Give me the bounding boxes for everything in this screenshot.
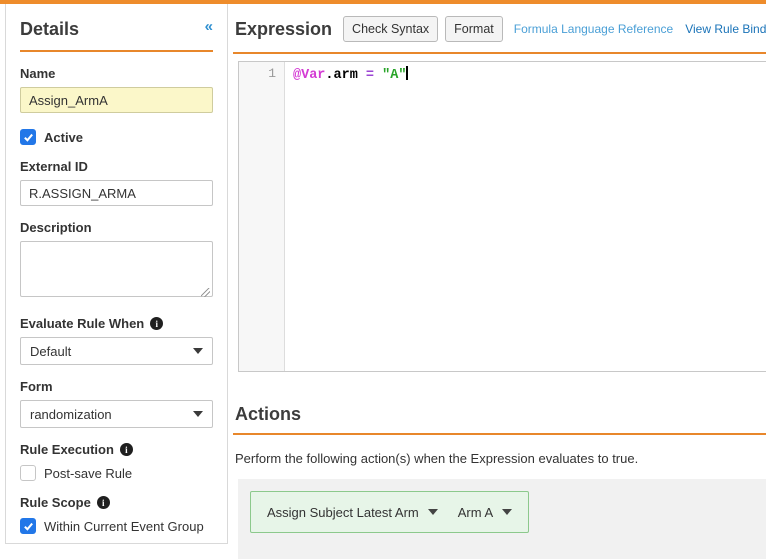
form-select[interactable]: randomization xyxy=(20,400,213,428)
event-group-label: Within Current Event Group xyxy=(44,519,204,534)
code-token: = xyxy=(358,68,382,83)
main-area: Expression Check Syntax Format Formula L… xyxy=(233,4,766,544)
info-icon[interactable] xyxy=(120,443,133,456)
view-rule-bindings-link[interactable]: View Rule Bindings xyxy=(685,22,766,36)
action-value-dropdown[interactable]: Arm A xyxy=(458,505,512,520)
active-label: Active xyxy=(44,130,83,145)
chevron-down-icon xyxy=(428,509,438,515)
details-title: Details xyxy=(20,18,79,40)
post-save-rule-row: Post-save Rule xyxy=(20,465,213,481)
resize-handle-icon[interactable] xyxy=(201,288,210,297)
line-number-gutter: 1 xyxy=(239,62,285,371)
action-value: Arm A xyxy=(458,505,493,520)
action-item: Assign Subject Latest Arm Arm A xyxy=(250,491,529,533)
form-label: Form xyxy=(20,379,213,394)
chevron-down-icon xyxy=(193,411,203,417)
collapse-panel-icon[interactable]: « xyxy=(205,18,213,36)
rule-execution-label: Rule Execution xyxy=(20,442,213,457)
info-icon[interactable] xyxy=(97,496,110,509)
evaluate-rule-when-select[interactable]: Default xyxy=(20,337,213,365)
actions-header: Actions xyxy=(233,404,766,435)
external-id-input[interactable] xyxy=(20,180,213,206)
description-wrap xyxy=(20,241,213,302)
name-label: Name xyxy=(20,66,213,81)
code-area[interactable]: @Var.arm = "A" xyxy=(285,62,766,371)
line-number: 1 xyxy=(268,66,276,81)
chevron-down-icon xyxy=(502,509,512,515)
actions-container: Assign Subject Latest Arm Arm A xyxy=(238,479,766,559)
code-token: "A" xyxy=(382,68,406,83)
checkmark-icon xyxy=(23,132,34,143)
external-id-label: External ID xyxy=(20,159,213,174)
expression-title: Expression xyxy=(235,19,332,40)
expression-header: Expression Check Syntax Format Formula L… xyxy=(233,4,766,54)
active-row: Active xyxy=(20,129,213,145)
action-type-value: Assign Subject Latest Arm xyxy=(267,505,419,520)
actions-description: Perform the following action(s) when the… xyxy=(235,451,766,466)
rule-scope-text: Rule Scope xyxy=(20,495,91,510)
check-syntax-button[interactable]: Check Syntax xyxy=(343,16,438,42)
evaluate-rule-when-text: Evaluate Rule When xyxy=(20,316,144,331)
evaluate-rule-when-value: Default xyxy=(30,344,71,359)
code-line: @Var.arm = "A" xyxy=(293,66,766,85)
text-cursor xyxy=(406,66,408,80)
details-panel: Details « Name Active External ID Descri… xyxy=(5,4,228,544)
description-textarea[interactable] xyxy=(20,241,213,297)
event-group-checkbox[interactable] xyxy=(20,518,36,534)
code-token: .arm xyxy=(325,68,357,83)
format-button[interactable]: Format xyxy=(445,16,503,42)
rule-execution-text: Rule Execution xyxy=(20,442,114,457)
details-header: Details « xyxy=(20,18,213,52)
action-type-dropdown[interactable]: Assign Subject Latest Arm xyxy=(267,505,438,520)
description-label: Description xyxy=(20,220,213,235)
post-save-rule-checkbox[interactable] xyxy=(20,465,36,481)
expression-code-editor: 1 @Var.arm = "A" xyxy=(238,61,766,372)
checkmark-icon xyxy=(23,521,34,532)
info-icon[interactable] xyxy=(150,317,163,330)
evaluate-rule-when-label: Evaluate Rule When xyxy=(20,316,213,331)
rule-scope-label: Rule Scope xyxy=(20,495,213,510)
code-token: @Var xyxy=(293,68,325,83)
form-value: randomization xyxy=(30,407,112,422)
chevron-down-icon xyxy=(193,348,203,354)
formula-language-reference-link[interactable]: Formula Language Reference xyxy=(514,22,673,36)
post-save-rule-label: Post-save Rule xyxy=(44,466,132,481)
active-checkbox[interactable] xyxy=(20,129,36,145)
name-input[interactable] xyxy=(20,87,213,113)
event-group-row: Within Current Event Group xyxy=(20,518,213,534)
actions-title: Actions xyxy=(235,404,301,424)
